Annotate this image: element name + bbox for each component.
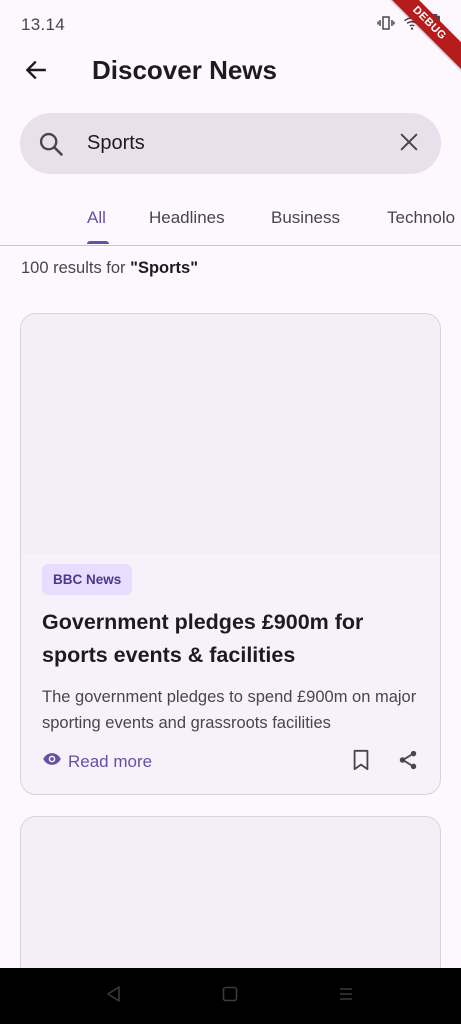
system-nav-bar [0,968,461,1024]
status-bar: 13.14 [0,0,461,52]
result-query: "Sports" [130,259,199,277]
back-button[interactable] [16,52,56,92]
clear-search-button[interactable] [394,129,424,159]
search-bar[interactable] [20,113,441,174]
tab-business[interactable]: Business [271,208,340,228]
menu-lines-icon [337,985,355,1008]
back-triangle-icon [105,985,123,1008]
arrow-back-icon [23,57,49,88]
result-count: 100 results for "Sports" [21,259,198,278]
article-image [21,314,440,554]
page-title: Discover News [92,55,277,85]
article-description: The government pledges to spend £900m on… [42,688,417,732]
category-tab-bar: All Headlines Business Technolo [0,195,461,246]
article-title: Government pledges £900m for sports even… [42,610,364,667]
close-icon [398,131,420,158]
tab-headlines[interactable]: Headlines [149,208,225,228]
system-menu-button[interactable] [336,986,356,1006]
tab-technology[interactable]: Technolo [387,208,455,228]
vibrate-icon [377,14,395,32]
tab-indicator [87,241,109,244]
share-button[interactable] [395,748,421,776]
eye-icon [42,749,62,774]
system-home-button[interactable] [220,986,240,1006]
discover-news-screen: 13.14 DEBUG Discover News Sports All Hea… [0,0,461,1024]
source-badge: BBC News [42,564,133,595]
read-more-button[interactable]: Read more [42,749,152,774]
app-bar: Discover News [0,52,461,92]
result-count-prefix: 100 results for [21,259,131,277]
bookmark-icon [351,749,371,776]
home-square-icon [221,985,239,1008]
status-time: 13.14 [21,15,66,34]
bookmark-button[interactable] [349,748,373,776]
search-input[interactable] [87,113,387,174]
share-icon [397,749,419,776]
search-icon [37,130,65,158]
tab-all[interactable]: All [87,208,106,228]
read-more-label: Read more [68,751,153,771]
system-back-button[interactable] [104,985,124,1008]
news-card[interactable]: BBC News Government pledges £900m for sp… [20,313,441,795]
